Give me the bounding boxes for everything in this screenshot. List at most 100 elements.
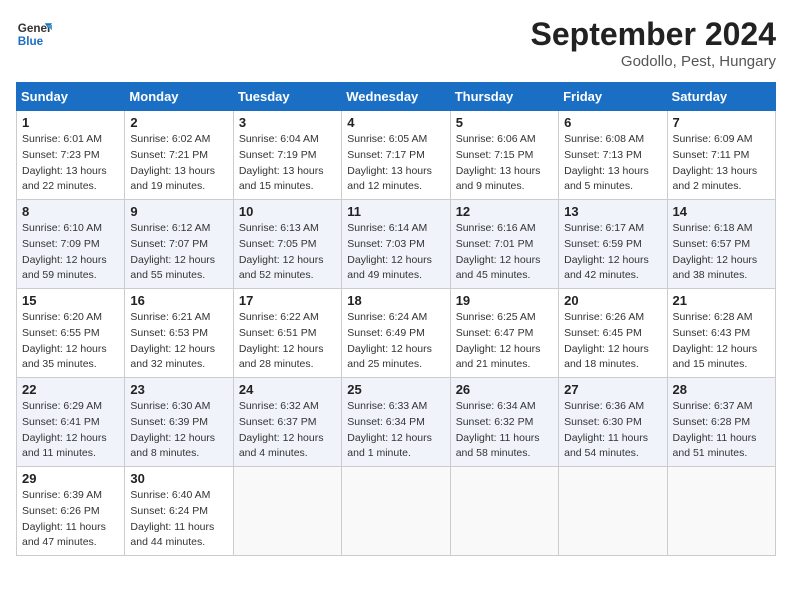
day-info: Sunrise: 6:09 AMSunset: 7:11 PMDaylight:… <box>673 133 758 192</box>
logo: General Blue <box>16 16 52 52</box>
day-info: Sunrise: 6:01 AMSunset: 7:23 PMDaylight:… <box>22 133 107 192</box>
day-number: 22 <box>22 382 119 397</box>
day-number: 15 <box>22 293 119 308</box>
day-number: 14 <box>673 204 770 219</box>
header-wednesday: Wednesday <box>342 83 450 111</box>
calendar-cell: 22 Sunrise: 6:29 AMSunset: 6:41 PMDaylig… <box>17 378 125 467</box>
day-info: Sunrise: 6:04 AMSunset: 7:19 PMDaylight:… <box>239 133 324 192</box>
calendar-cell: 12 Sunrise: 6:16 AMSunset: 7:01 PMDaylig… <box>450 200 558 289</box>
day-info: Sunrise: 6:37 AMSunset: 6:28 PMDaylight:… <box>673 400 757 459</box>
calendar-cell: 29 Sunrise: 6:39 AMSunset: 6:26 PMDaylig… <box>17 467 125 556</box>
day-info: Sunrise: 6:24 AMSunset: 6:49 PMDaylight:… <box>347 311 432 370</box>
calendar-cell: 4 Sunrise: 6:05 AMSunset: 7:17 PMDayligh… <box>342 111 450 200</box>
day-info: Sunrise: 6:25 AMSunset: 6:47 PMDaylight:… <box>456 311 541 370</box>
calendar-cell: 11 Sunrise: 6:14 AMSunset: 7:03 PMDaylig… <box>342 200 450 289</box>
calendar-cell: 8 Sunrise: 6:10 AMSunset: 7:09 PMDayligh… <box>17 200 125 289</box>
day-number: 4 <box>347 115 444 130</box>
calendar-cell: 17 Sunrise: 6:22 AMSunset: 6:51 PMDaylig… <box>233 289 341 378</box>
calendar-cell: 3 Sunrise: 6:04 AMSunset: 7:19 PMDayligh… <box>233 111 341 200</box>
calendar-cell <box>233 467 341 556</box>
day-number: 1 <box>22 115 119 130</box>
day-info: Sunrise: 6:40 AMSunset: 6:24 PMDaylight:… <box>130 489 214 548</box>
header-saturday: Saturday <box>667 83 775 111</box>
day-number: 18 <box>347 293 444 308</box>
day-number: 5 <box>456 115 553 130</box>
header-thursday: Thursday <box>450 83 558 111</box>
calendar-header-row: SundayMondayTuesdayWednesdayThursdayFrid… <box>17 83 776 111</box>
day-number: 10 <box>239 204 336 219</box>
calendar-cell: 16 Sunrise: 6:21 AMSunset: 6:53 PMDaylig… <box>125 289 233 378</box>
calendar-cell: 14 Sunrise: 6:18 AMSunset: 6:57 PMDaylig… <box>667 200 775 289</box>
day-info: Sunrise: 6:17 AMSunset: 6:59 PMDaylight:… <box>564 222 649 281</box>
day-number: 16 <box>130 293 227 308</box>
day-number: 25 <box>347 382 444 397</box>
day-info: Sunrise: 6:06 AMSunset: 7:15 PMDaylight:… <box>456 133 541 192</box>
calendar-table: SundayMondayTuesdayWednesdayThursdayFrid… <box>16 82 776 556</box>
calendar-cell: 2 Sunrise: 6:02 AMSunset: 7:21 PMDayligh… <box>125 111 233 200</box>
day-number: 17 <box>239 293 336 308</box>
day-info: Sunrise: 6:22 AMSunset: 6:51 PMDaylight:… <box>239 311 324 370</box>
calendar-week-2: 8 Sunrise: 6:10 AMSunset: 7:09 PMDayligh… <box>17 200 776 289</box>
day-info: Sunrise: 6:16 AMSunset: 7:01 PMDaylight:… <box>456 222 541 281</box>
calendar-cell: 5 Sunrise: 6:06 AMSunset: 7:15 PMDayligh… <box>450 111 558 200</box>
svg-text:Blue: Blue <box>18 35 44 48</box>
day-number: 21 <box>673 293 770 308</box>
day-info: Sunrise: 6:34 AMSunset: 6:32 PMDaylight:… <box>456 400 540 459</box>
calendar-week-3: 15 Sunrise: 6:20 AMSunset: 6:55 PMDaylig… <box>17 289 776 378</box>
day-number: 7 <box>673 115 770 130</box>
calendar-cell: 25 Sunrise: 6:33 AMSunset: 6:34 PMDaylig… <box>342 378 450 467</box>
calendar-cell: 24 Sunrise: 6:32 AMSunset: 6:37 PMDaylig… <box>233 378 341 467</box>
calendar-cell: 10 Sunrise: 6:13 AMSunset: 7:05 PMDaylig… <box>233 200 341 289</box>
calendar-cell: 30 Sunrise: 6:40 AMSunset: 6:24 PMDaylig… <box>125 467 233 556</box>
calendar-cell: 28 Sunrise: 6:37 AMSunset: 6:28 PMDaylig… <box>667 378 775 467</box>
day-info: Sunrise: 6:28 AMSunset: 6:43 PMDaylight:… <box>673 311 758 370</box>
logo-icon: General Blue <box>16 16 52 52</box>
calendar-cell: 18 Sunrise: 6:24 AMSunset: 6:49 PMDaylig… <box>342 289 450 378</box>
day-number: 11 <box>347 204 444 219</box>
day-number: 19 <box>456 293 553 308</box>
day-number: 13 <box>564 204 661 219</box>
day-number: 12 <box>456 204 553 219</box>
day-number: 28 <box>673 382 770 397</box>
day-number: 23 <box>130 382 227 397</box>
day-info: Sunrise: 6:18 AMSunset: 6:57 PMDaylight:… <box>673 222 758 281</box>
calendar-cell: 7 Sunrise: 6:09 AMSunset: 7:11 PMDayligh… <box>667 111 775 200</box>
calendar-cell: 9 Sunrise: 6:12 AMSunset: 7:07 PMDayligh… <box>125 200 233 289</box>
calendar-cell: 26 Sunrise: 6:34 AMSunset: 6:32 PMDaylig… <box>450 378 558 467</box>
day-info: Sunrise: 6:08 AMSunset: 7:13 PMDaylight:… <box>564 133 649 192</box>
day-number: 2 <box>130 115 227 130</box>
day-info: Sunrise: 6:14 AMSunset: 7:03 PMDaylight:… <box>347 222 432 281</box>
calendar-cell: 15 Sunrise: 6:20 AMSunset: 6:55 PMDaylig… <box>17 289 125 378</box>
day-info: Sunrise: 6:36 AMSunset: 6:30 PMDaylight:… <box>564 400 648 459</box>
header-monday: Monday <box>125 83 233 111</box>
calendar-cell: 27 Sunrise: 6:36 AMSunset: 6:30 PMDaylig… <box>559 378 667 467</box>
day-number: 3 <box>239 115 336 130</box>
header-sunday: Sunday <box>17 83 125 111</box>
day-info: Sunrise: 6:12 AMSunset: 7:07 PMDaylight:… <box>130 222 215 281</box>
day-info: Sunrise: 6:32 AMSunset: 6:37 PMDaylight:… <box>239 400 324 459</box>
day-number: 26 <box>456 382 553 397</box>
day-number: 24 <box>239 382 336 397</box>
day-info: Sunrise: 6:10 AMSunset: 7:09 PMDaylight:… <box>22 222 107 281</box>
day-number: 30 <box>130 471 227 486</box>
calendar-week-4: 22 Sunrise: 6:29 AMSunset: 6:41 PMDaylig… <box>17 378 776 467</box>
calendar-cell <box>450 467 558 556</box>
day-number: 9 <box>130 204 227 219</box>
day-info: Sunrise: 6:02 AMSunset: 7:21 PMDaylight:… <box>130 133 215 192</box>
day-number: 29 <box>22 471 119 486</box>
day-info: Sunrise: 6:30 AMSunset: 6:39 PMDaylight:… <box>130 400 215 459</box>
calendar-cell <box>559 467 667 556</box>
header-tuesday: Tuesday <box>233 83 341 111</box>
calendar-cell: 6 Sunrise: 6:08 AMSunset: 7:13 PMDayligh… <box>559 111 667 200</box>
day-number: 8 <box>22 204 119 219</box>
calendar-week-5: 29 Sunrise: 6:39 AMSunset: 6:26 PMDaylig… <box>17 467 776 556</box>
calendar-cell: 23 Sunrise: 6:30 AMSunset: 6:39 PMDaylig… <box>125 378 233 467</box>
calendar-cell: 19 Sunrise: 6:25 AMSunset: 6:47 PMDaylig… <box>450 289 558 378</box>
calendar-cell: 13 Sunrise: 6:17 AMSunset: 6:59 PMDaylig… <box>559 200 667 289</box>
page-header: General Blue September 2024 Godollo, Pes… <box>16 16 776 70</box>
day-info: Sunrise: 6:05 AMSunset: 7:17 PMDaylight:… <box>347 133 432 192</box>
day-info: Sunrise: 6:26 AMSunset: 6:45 PMDaylight:… <box>564 311 649 370</box>
calendar-cell: 21 Sunrise: 6:28 AMSunset: 6:43 PMDaylig… <box>667 289 775 378</box>
day-info: Sunrise: 6:21 AMSunset: 6:53 PMDaylight:… <box>130 311 215 370</box>
day-number: 20 <box>564 293 661 308</box>
